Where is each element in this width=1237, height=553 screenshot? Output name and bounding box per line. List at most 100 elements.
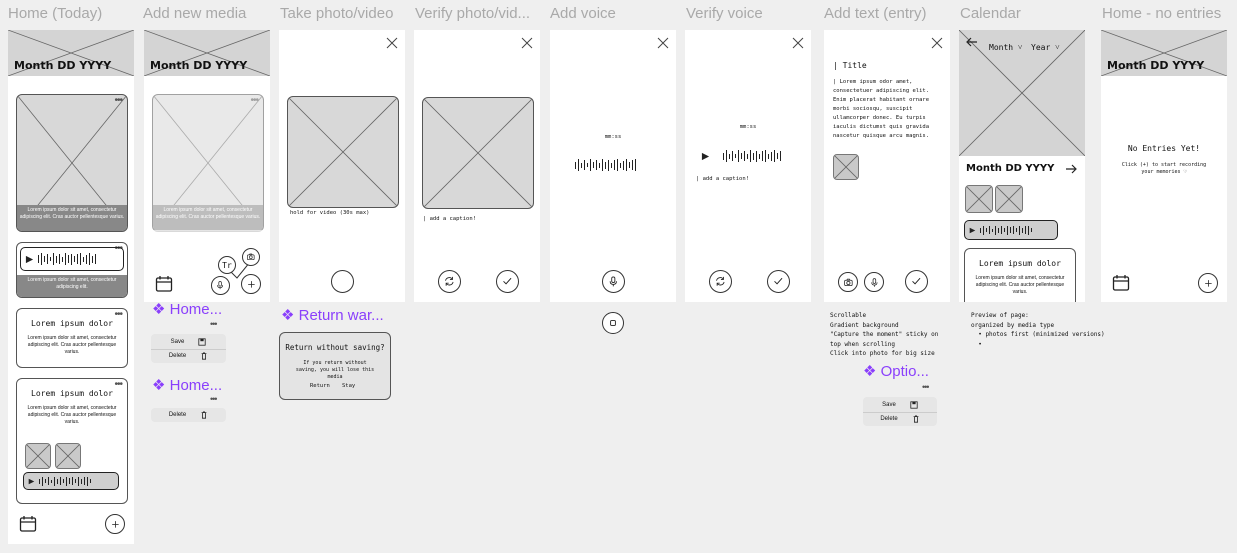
recording-timer: mm:ss xyxy=(739,124,757,130)
more-options-icon[interactable]: ••• xyxy=(114,310,122,320)
menu-item-delete[interactable]: Delete xyxy=(151,350,226,362)
more-options-icon[interactable]: ••• xyxy=(210,319,218,329)
camera-icon xyxy=(246,252,256,262)
frame-title-add-media: Add new media xyxy=(143,5,247,22)
photo-thumbnail[interactable] xyxy=(965,185,993,213)
photo-thumbnail[interactable] xyxy=(25,443,51,469)
more-options-icon[interactable]: ••• xyxy=(210,394,218,404)
component-label: ❖ Return war... xyxy=(281,307,384,324)
stop-recording-button[interactable] xyxy=(602,312,624,334)
design-note: Scrollable Gradient background "Capture … xyxy=(830,312,939,357)
confirm-button[interactable] xyxy=(905,270,928,293)
dialog-return-button[interactable]: Return xyxy=(310,383,330,389)
calendar-icon[interactable] xyxy=(1111,273,1131,293)
date-heading: Month DD YYYY xyxy=(150,59,248,72)
add-entry-button[interactable] xyxy=(1198,273,1218,293)
calendar-header: Month ˅ Year ˅ xyxy=(959,30,1085,156)
close-add-menu-button[interactable] xyxy=(241,274,261,294)
audio-player[interactable] xyxy=(964,220,1058,240)
frame-home: Month DD YYYY ••• Lorem ipsum dolor sit … xyxy=(8,30,134,544)
photo-caption: Lorem ipsum dolor sit amet, consectetur … xyxy=(153,205,263,231)
save-icon xyxy=(910,401,918,409)
frame-title-calendar: Calendar xyxy=(960,5,1021,22)
play-icon[interactable] xyxy=(701,152,710,161)
waveform xyxy=(723,150,781,162)
retake-button[interactable] xyxy=(438,270,461,293)
more-options-icon[interactable]: ••• xyxy=(922,382,930,392)
photo-thumbnail[interactable] xyxy=(995,185,1023,213)
menu-item-delete[interactable]: Delete xyxy=(151,409,226,421)
add-voice-button[interactable] xyxy=(864,272,884,292)
image-placeholder-icon xyxy=(26,444,50,468)
design-note: Preview of page: organized by media type… xyxy=(971,312,1105,348)
menu-item-save[interactable]: Save xyxy=(151,336,226,348)
photo-thumbnail[interactable] xyxy=(55,443,81,469)
voice-entry-card[interactable]: ••• Lorem ipsum dolor sit amet, consecte… xyxy=(16,242,128,298)
frame-title-add-voice: Add voice xyxy=(550,5,616,22)
frame-title-take-photo: Take photo/video xyxy=(280,5,394,22)
text-entry-card[interactable]: Lorem ipsum dolor Lorem ipsum dolor sit … xyxy=(964,248,1076,302)
image-placeholder-icon xyxy=(834,155,858,179)
calendar-icon[interactable] xyxy=(154,274,174,294)
caption-input[interactable]: | add a caption! xyxy=(423,216,476,222)
photo-entry-card[interactable]: ••• Lorem ipsum dolor sit amet, consecte… xyxy=(16,94,128,232)
retake-icon xyxy=(443,275,456,288)
card-body: Lorem ipsum dolor sit amet, consectetur … xyxy=(975,275,1065,295)
play-icon[interactable] xyxy=(28,478,35,485)
close-icon[interactable] xyxy=(792,37,804,49)
close-icon[interactable] xyxy=(931,37,943,49)
text-entry-card[interactable]: ••• Lorem ipsum dolor Lorem ipsum dolor … xyxy=(16,308,128,368)
trash-icon xyxy=(200,411,208,419)
forward-arrow-icon[interactable] xyxy=(1065,164,1077,174)
image-placeholder-icon xyxy=(996,186,1022,212)
play-icon[interactable] xyxy=(969,227,976,234)
add-voice-button[interactable] xyxy=(211,276,230,295)
waveform xyxy=(39,476,91,486)
menu-item-save[interactable]: Save xyxy=(863,399,937,411)
record-button[interactable] xyxy=(602,270,625,293)
confirm-button[interactable] xyxy=(767,270,790,293)
card-title: Lorem ipsum dolor xyxy=(31,319,113,328)
title-input[interactable]: | Title xyxy=(833,61,867,70)
card-title: Lorem ipsum dolor xyxy=(31,389,113,398)
close-icon[interactable] xyxy=(521,37,533,49)
waveform xyxy=(980,225,1032,235)
image-placeholder-icon xyxy=(56,444,80,468)
shutter-button[interactable] xyxy=(331,270,354,293)
more-options-icon[interactable]: ••• xyxy=(114,380,122,390)
plus-icon xyxy=(1203,278,1214,289)
add-text-button[interactable]: Tr xyxy=(218,256,236,274)
add-photo-button[interactable] xyxy=(242,248,260,266)
photo-preview xyxy=(422,97,534,209)
month-dropdown[interactable]: Month ˅ xyxy=(989,43,1022,52)
back-arrow-icon[interactable] xyxy=(966,37,978,47)
add-entry-button[interactable] xyxy=(105,514,125,534)
year-dropdown[interactable]: Year ˅ xyxy=(1031,43,1060,52)
frame-add-media: Month DD YYYY ••• Lorem ipsum dolor sit … xyxy=(144,30,270,302)
image-placeholder-icon xyxy=(288,97,398,207)
frame-title-add-text: Add text (entry) xyxy=(824,5,927,22)
audio-player[interactable] xyxy=(23,472,119,490)
attached-photo-thumbnail[interactable] xyxy=(833,154,859,180)
confirm-button[interactable] xyxy=(496,270,519,293)
play-icon[interactable] xyxy=(25,255,34,264)
mixed-entry-card[interactable]: ••• Lorem ipsum dolor Lorem ipsum dolor … xyxy=(16,378,128,504)
close-icon[interactable] xyxy=(386,37,398,49)
rerecord-button[interactable] xyxy=(709,270,732,293)
voice-caption: Lorem ipsum dolor sit amet, consectetur … xyxy=(17,275,127,297)
add-photo-button[interactable] xyxy=(838,272,858,292)
menu-item-delete[interactable]: Delete xyxy=(863,413,937,425)
calendar-icon[interactable] xyxy=(18,514,38,534)
dialog-stay-button[interactable]: Stay xyxy=(342,383,355,389)
more-options-icon[interactable]: ••• xyxy=(114,96,122,106)
microphone-icon xyxy=(215,280,225,290)
audio-player[interactable] xyxy=(20,247,124,271)
photo-entry-card: ••• Lorem ipsum dolor sit amet, consecte… xyxy=(152,94,264,232)
close-icon[interactable] xyxy=(657,37,669,49)
caption-input[interactable]: | add a caption! xyxy=(696,176,749,182)
dialog-title: Return without saving? xyxy=(285,343,385,352)
card-body: Lorem ipsum dolor sit amet, consectetur … xyxy=(27,405,117,425)
date-heading: Month DD YYYY xyxy=(14,59,112,72)
entry-body-input[interactable]: | Lorem ipsum odor amet, consectetuer ad… xyxy=(833,78,943,141)
frame-title-verify-photo: Verify photo/vid... xyxy=(415,5,531,22)
